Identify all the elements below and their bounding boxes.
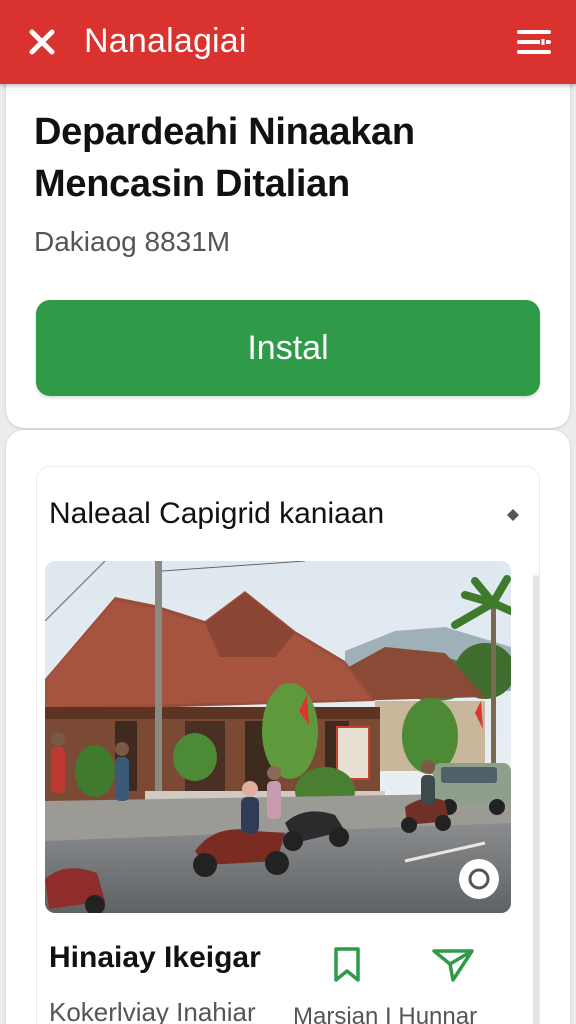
feature-title: Naleaal Capigrid kaniaan — [49, 497, 385, 530]
more-button[interactable] — [505, 507, 521, 523]
menu-button[interactable] — [514, 22, 554, 62]
bookmark-button[interactable] — [325, 943, 369, 987]
app-header: Nanalagiai — [0, 0, 576, 84]
caption-subtitle: Kokerlviay Inahiar — [49, 997, 256, 1024]
install-button[interactable]: Instal — [36, 300, 540, 396]
app-info-card: Depardeahi Ninaakan Mencasin Ditalian Da… — [6, 84, 570, 428]
send-icon — [432, 949, 474, 982]
caption-title: Hinaiay Ikeigar — [49, 941, 261, 974]
village-street-image — [45, 561, 511, 913]
diamond-icon — [507, 509, 519, 521]
app-size: Dakiaog 8831M — [34, 226, 231, 257]
feature-card: Naleaal Capigrid kaniaan Hinaiay Ikeigar… — [6, 430, 570, 1024]
bookmark-icon — [334, 947, 360, 982]
action-label: Marsian I Hunnar — [293, 1003, 478, 1024]
send-button[interactable] — [429, 943, 477, 987]
header-title: Nanalagiai — [84, 22, 247, 60]
scrollbar[interactable] — [533, 575, 539, 1024]
feature-photo[interactable] — [45, 561, 511, 913]
close-button[interactable] — [22, 22, 62, 62]
app-headline: Depardeahi Ninaakan Mencasin Ditalian — [34, 111, 415, 205]
close-icon — [29, 29, 55, 55]
feature-inner-card: Naleaal Capigrid kaniaan Hinaiay Ikeigar… — [36, 466, 540, 1024]
menu-icon — [517, 30, 551, 54]
